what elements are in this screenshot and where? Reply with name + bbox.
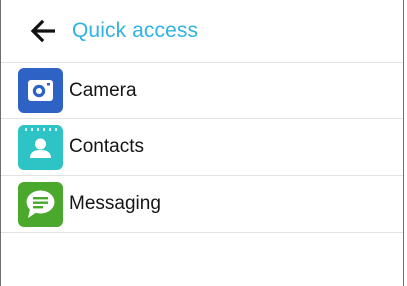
messaging-icon (18, 181, 63, 227)
camera-app-icon (18, 68, 63, 113)
list-item-camera[interactable]: Camera (1, 62, 403, 119)
header: Quick access (1, 0, 403, 62)
quick-access-list: Camera Contacts Messaging (1, 62, 403, 233)
list-item-label: Messaging (69, 193, 161, 214)
page-title: Quick access (72, 19, 199, 42)
messaging-app-icon (18, 181, 63, 227)
list-item-contacts[interactable]: Contacts (1, 119, 403, 176)
contacts-icon (18, 124, 63, 170)
arrow-left-icon (30, 19, 55, 43)
list-item-messaging[interactable]: Messaging (1, 176, 403, 233)
contacts-app-icon (18, 124, 63, 170)
screen: Quick access Camera Contacts Messaging (0, 0, 404, 286)
back-button[interactable] (24, 12, 62, 50)
camera-icon (18, 68, 63, 113)
list-item-label: Contacts (69, 136, 144, 157)
list-item-label: Camera (69, 79, 137, 101)
